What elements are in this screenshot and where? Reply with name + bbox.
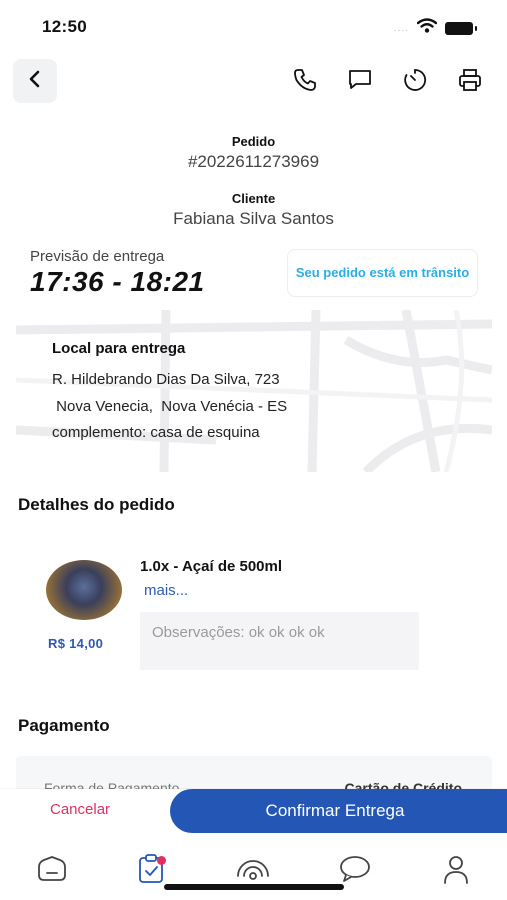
customer-info: Cliente Fabiana Silva Santos [0, 191, 507, 229]
cancel-button[interactable]: Cancelar [50, 801, 110, 818]
item-notes: Observações: ok ok ok ok [140, 612, 419, 670]
profile-icon [441, 853, 471, 890]
order-label: Pedido [231, 134, 276, 149]
delivery-complement: complemento: casa de esquina [52, 424, 260, 441]
signal-icon: .... [393, 22, 409, 34]
payment-title: Pagamento [18, 716, 110, 735]
tab-profile[interactable] [438, 855, 474, 887]
back-button[interactable] [13, 59, 57, 103]
chat-icon [338, 854, 372, 889]
map-background [16, 310, 492, 472]
delivery-title: Local para entrega [52, 340, 186, 357]
details-title: Detalhes do pedido [18, 495, 175, 514]
customer-label: Cliente [231, 191, 276, 206]
forecast-time: 17:36 - 18:21 [30, 266, 205, 297]
chevron-left-icon [28, 70, 42, 93]
order-number: #2022611273969 [187, 152, 320, 171]
order-info: Pedido #2022611273969 [0, 134, 507, 172]
timer-icon[interactable] [401, 66, 428, 93]
item-more-link[interactable]: mais... [144, 582, 188, 599]
item-price: R$ 14,00 [48, 636, 104, 651]
tab-orders[interactable] [133, 853, 169, 887]
forecast-label: Previsão de entrega [30, 248, 165, 265]
tab-home[interactable] [34, 855, 70, 887]
home-indicator [164, 884, 344, 890]
delivery-street: R. Hildebrando Dias Da Silva, 723 [52, 371, 280, 388]
delivery-city: Nova Venecia, Nova Venécia - ES [52, 398, 288, 415]
status-badge: Seu pedido está em trânsito [287, 249, 478, 297]
tab-chat[interactable] [337, 855, 373, 887]
action-bar: Cancelar Confirmar Entrega [0, 789, 507, 833]
wifi-icon [416, 18, 438, 38]
confirm-delivery-button[interactable]: Confirmar Entrega [170, 789, 507, 833]
status-bar: 12:50 .... [0, 0, 507, 52]
notification-dot [157, 856, 166, 865]
status-time: 12:50 [42, 17, 87, 36]
status-icons: .... [393, 18, 477, 38]
printer-icon[interactable] [456, 66, 483, 93]
customer-name: Fabiana Silva Santos [173, 209, 334, 228]
home-icon [35, 854, 69, 889]
header-actions [291, 66, 483, 93]
item-image [46, 560, 122, 620]
phone-icon[interactable] [291, 66, 318, 93]
chat-icon[interactable] [346, 66, 373, 93]
item-name: 1.0x - Açaí de 500ml [140, 558, 283, 575]
battery-icon [445, 21, 477, 35]
tab-broadcast[interactable] [235, 855, 271, 887]
